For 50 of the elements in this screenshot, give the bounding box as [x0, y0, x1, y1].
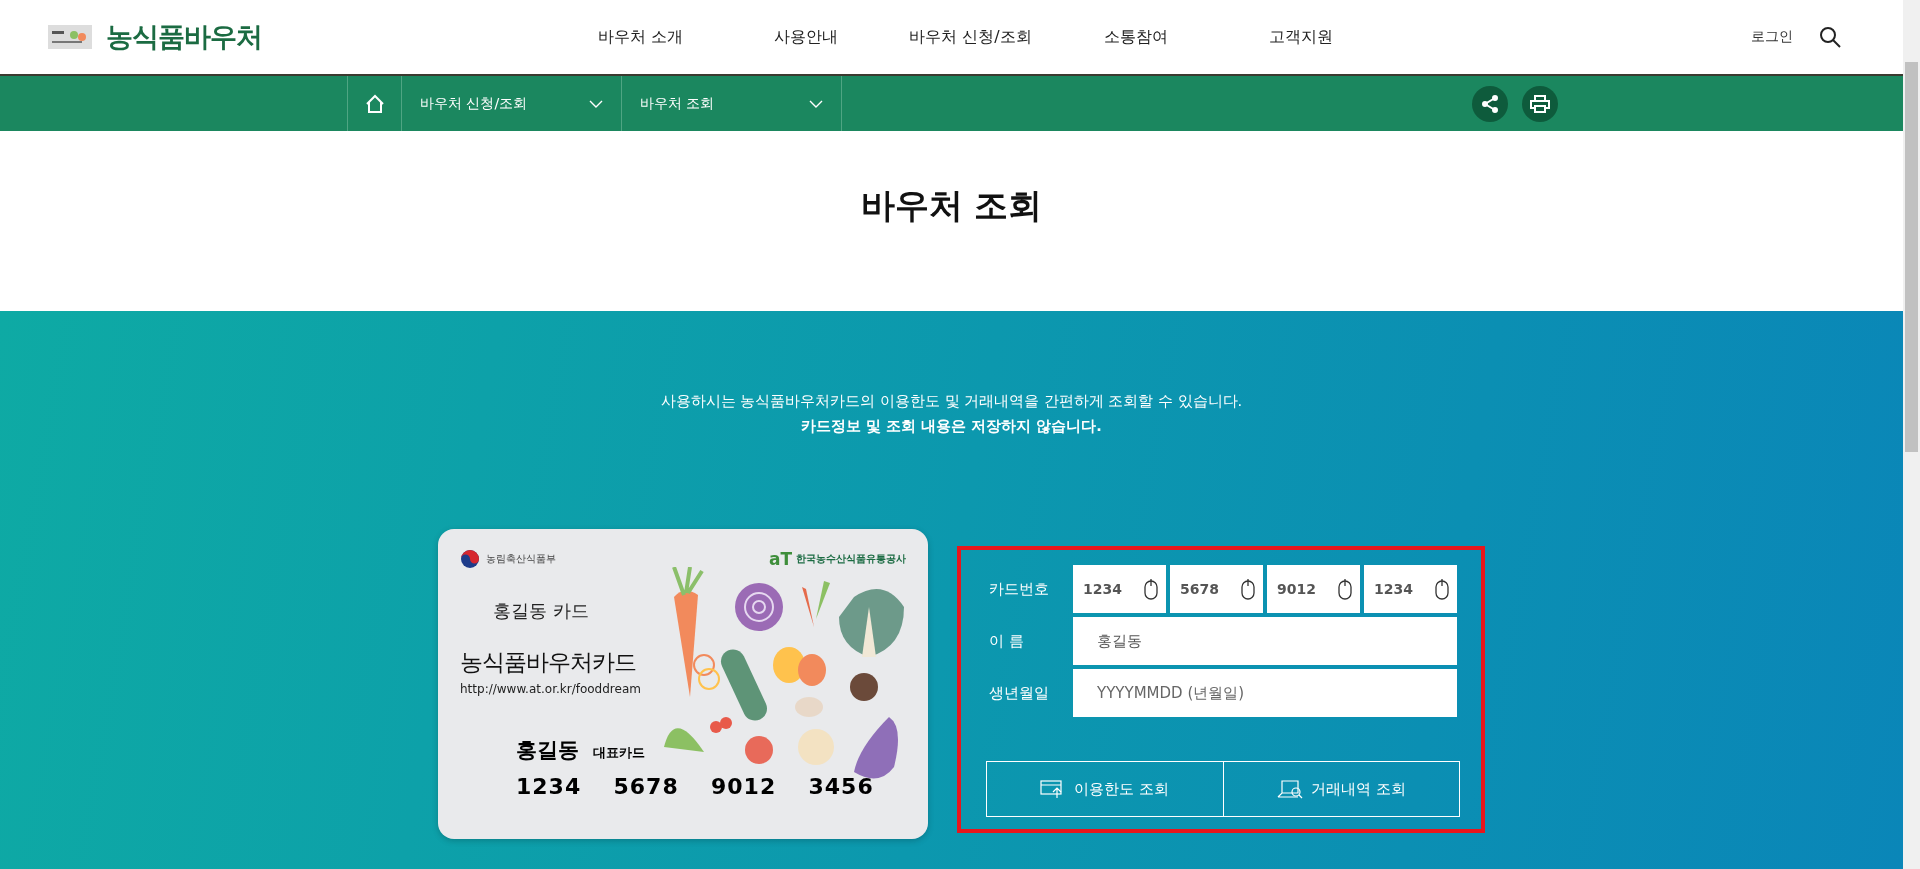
- chevron-down-icon: [589, 99, 603, 108]
- card-number-field[interactable]: 1234: [1073, 565, 1166, 613]
- nav-menu-item[interactable]: 바우처 소개: [558, 26, 723, 48]
- home-icon: [364, 93, 385, 114]
- card-number-group: 1234: [516, 774, 614, 799]
- mouse-icon: [1144, 578, 1158, 600]
- agency-mark: aT: [768, 549, 792, 569]
- lookup-button[interactable]: 거래내역 조회: [1223, 761, 1460, 817]
- nav-menu-item[interactable]: 사용안내: [723, 26, 888, 48]
- holder-name: 홍길동: [516, 737, 579, 764]
- printer-icon: [1530, 94, 1550, 113]
- card-number-group: 3456: [808, 774, 906, 799]
- scrollbar[interactable]: [1903, 0, 1920, 869]
- card-number-field[interactable]: 9012: [1267, 565, 1360, 613]
- share-button[interactable]: [1472, 85, 1508, 122]
- intro-text: 사용하시는 농식품바우처카드의 이용한도 및 거래내역을 간편하게 조회할 수 있습니다.: [660, 392, 1243, 411]
- lookup-button[interactable]: 이용한도 조회: [986, 761, 1224, 817]
- field-label: 카드번호: [989, 579, 1050, 599]
- card-number-group: 5678: [613, 774, 711, 799]
- mouse-icon: [1435, 578, 1449, 600]
- emblem-icon: [460, 549, 480, 569]
- print-button[interactable]: [1522, 85, 1558, 122]
- field-label: 이 름: [989, 631, 1025, 651]
- share-icon: [1481, 94, 1499, 113]
- search-icon[interactable]: [1819, 26, 1841, 48]
- scrollbar-thumb[interactable]: [1905, 62, 1918, 452]
- nav-menu-item[interactable]: 고객지원: [1218, 26, 1383, 48]
- card-url: http://www.at.or.kr/fooddream: [460, 682, 642, 696]
- field-label: 생년월일: [989, 683, 1050, 703]
- agency-label: 한국농수산식품유통공사: [796, 552, 906, 566]
- login-link[interactable]: 로그인: [1745, 27, 1799, 47]
- name-field[interactable]: 홍길동: [1073, 617, 1457, 665]
- card-number-field[interactable]: 1234: [1364, 565, 1457, 613]
- holder-tag: 대표카드: [593, 745, 645, 762]
- card-name: 농식품바우처카드: [460, 648, 637, 677]
- owner-card-label: 홍길동 카드: [493, 599, 590, 623]
- privacy-notice: 카드정보 및 조회 내용은 저장하지 않습니다.: [800, 417, 1103, 436]
- birthdate-field[interactable]: YYYYMMDD (년월일): [1073, 669, 1457, 717]
- card-thumbnail-icon: [48, 25, 92, 49]
- chevron-down-icon: [809, 99, 823, 108]
- nav-menu-item[interactable]: 소통참여: [1053, 26, 1218, 48]
- card-number-field[interactable]: 5678: [1170, 565, 1263, 613]
- ministry-label: 농림축산식품부: [486, 552, 556, 566]
- page-title: 바우처 조회: [860, 184, 1043, 227]
- mouse-icon: [1241, 578, 1255, 600]
- nav-menu-item[interactable]: 바우처 신청/조회: [888, 26, 1053, 48]
- site-logo[interactable]: 농식품바우처: [106, 19, 262, 55]
- card-number-group: 9012: [711, 774, 809, 799]
- laptop-search-icon: [1276, 779, 1305, 799]
- mouse-icon: [1338, 578, 1352, 600]
